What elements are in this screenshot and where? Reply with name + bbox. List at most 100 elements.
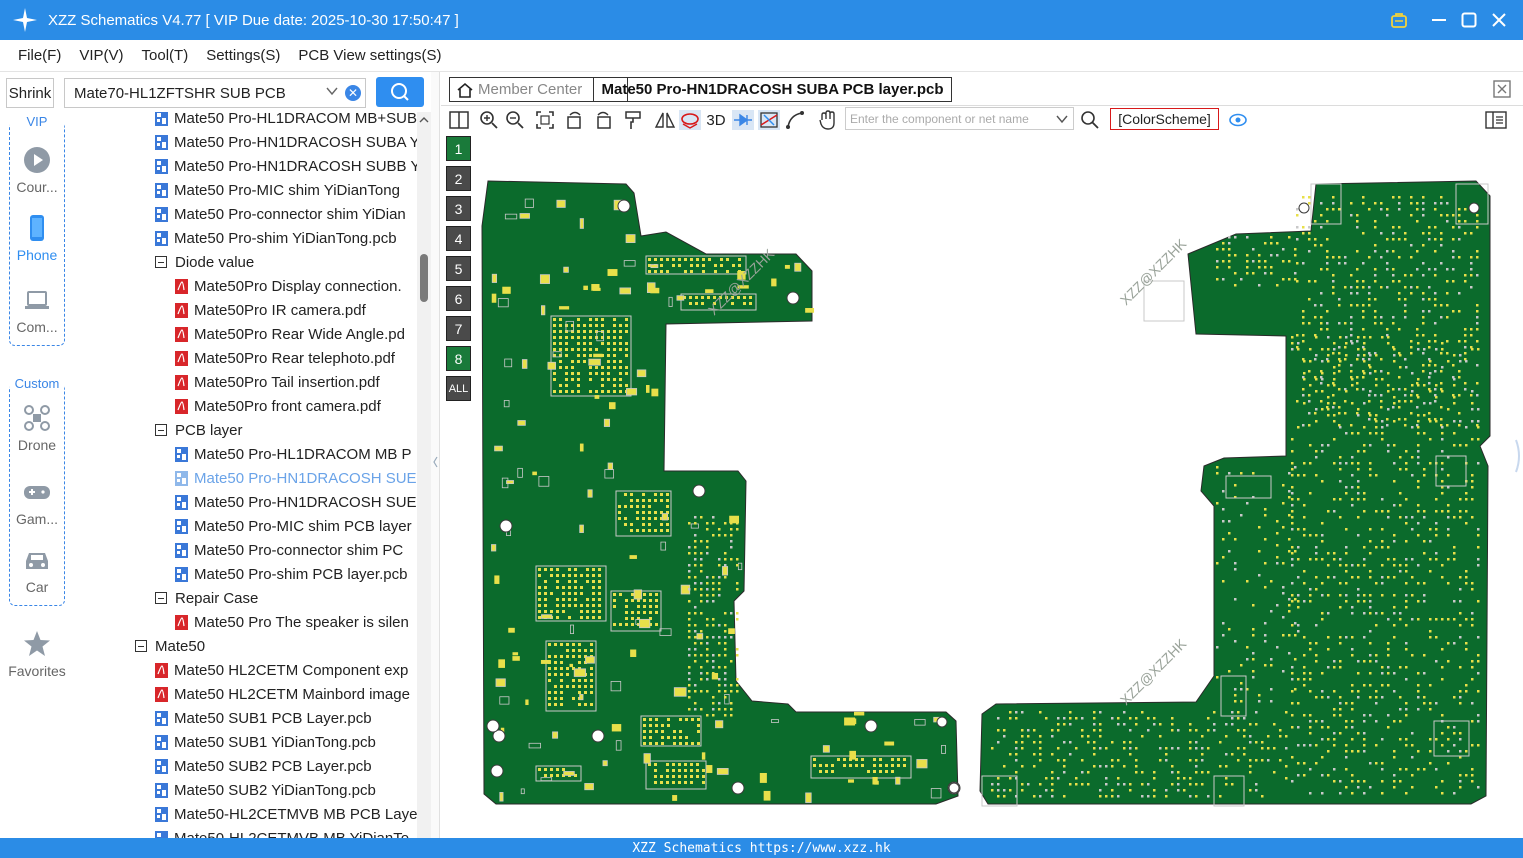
tree-file[interactable]: Mate50 SUB2 PCB Layer.pcb — [155, 754, 417, 778]
tree-file[interactable]: Mate50-HL2CETMVB MB PCB Laye — [155, 802, 417, 826]
vip-bag-icon[interactable] — [1384, 0, 1414, 40]
pcb-canvas[interactable]: XZZ@XZZHK XZZ@XZZHK XZZ@XZZHK — [476, 136, 1514, 836]
chevron-down-icon[interactable] — [1055, 112, 1069, 126]
tree-file[interactable]: Mate50 Pro The speaker is silen — [175, 610, 417, 634]
pcb-pad — [592, 586, 595, 589]
tree-file[interactable]: Mate50Pro Rear Wide Angle.pd — [175, 322, 417, 346]
pcb-pad — [562, 610, 565, 613]
tree-file[interactable]: Mate50 SUB1 YiDianTong.pcb — [155, 730, 417, 754]
nav-favorites[interactable]: Favorites — [0, 630, 74, 679]
net-search-icon[interactable] — [1078, 108, 1102, 132]
tree-file[interactable]: Mate50 HL2CETM Component exp — [155, 658, 417, 682]
layer-button-8[interactable]: 8 — [446, 346, 471, 371]
zoom-out-icon[interactable] — [503, 108, 527, 132]
tree-file[interactable]: Mate50 Pro-HN1DRACOSH SUBA Y — [155, 130, 417, 154]
rotate-right-icon[interactable] — [591, 108, 615, 132]
tree-folder[interactable]: Repair Case — [155, 586, 417, 610]
tree-file[interactable]: Mate50 Pro-MIC shim PCB layer — [175, 514, 417, 538]
pcb-pad — [1339, 696, 1342, 699]
tree-file[interactable]: Mate50 Pro-HN1DRACOSH SUE — [175, 466, 417, 490]
chevron-down-icon[interactable] — [325, 84, 339, 102]
nav-game[interactable]: Gam... — [0, 478, 74, 527]
tree-file[interactable]: Mate50Pro front camera.pdf — [175, 394, 417, 418]
tree-file[interactable]: Mate50 Pro-shim YiDianTong.pcb — [155, 226, 417, 250]
layer-button-6[interactable]: 6 — [446, 286, 471, 311]
nav-car[interactable]: Car — [0, 546, 74, 595]
pan-hand-icon[interactable] — [815, 108, 839, 132]
collapse-left-icon[interactable] — [431, 452, 440, 472]
right-panel-handle[interactable] — [1514, 136, 1523, 836]
tree-file[interactable]: Mate50Pro Display connection. — [175, 274, 417, 298]
flip-board-icon[interactable] — [678, 108, 702, 132]
tree-file[interactable]: Mate50 Pro-shim PCB layer.pcb — [175, 562, 417, 586]
menu-settings[interactable]: Settings(S) — [206, 47, 280, 64]
color-scheme-button[interactable]: [ColorScheme] — [1110, 108, 1219, 130]
menu-tool[interactable]: Tool(T) — [142, 47, 189, 64]
tree-file[interactable]: Mate50 Pro-connector shim YiDian — [155, 202, 417, 226]
tree-scrollbar-thumb[interactable] — [420, 254, 428, 302]
minimize-button[interactable] — [1424, 0, 1454, 40]
search-combobox[interactable]: Mate70-HL1ZFTSHR SUB PCB ✕ — [64, 78, 366, 108]
layer-button-all[interactable]: ALL — [446, 376, 471, 401]
layer-button-5[interactable]: 5 — [446, 256, 471, 281]
collapse-icon[interactable] — [135, 640, 147, 652]
tree-file[interactable]: Mate50 SUB2 YiDianTong.pcb — [155, 778, 417, 802]
tree-file[interactable]: Mate50 Pro-HN1DRACOSH SUBB Y — [155, 154, 417, 178]
tree-file[interactable]: Mate50 Pro-HL1DRACOM MB P — [175, 442, 417, 466]
net-search-input[interactable]: Enter the component or net name — [845, 107, 1074, 130]
menu-pcb-view-settings[interactable]: PCB View settings(S) — [298, 47, 441, 64]
fit-view-icon[interactable] — [533, 108, 557, 132]
layer-button-2[interactable]: 2 — [446, 166, 471, 191]
menu-file[interactable]: File(F) — [18, 47, 61, 64]
tree-folder[interactable]: Diode value — [155, 250, 417, 274]
pcb-board-drawing[interactable]: XZZ@XZZHK XZZ@XZZHK XZZ@XZZHK — [476, 136, 1514, 836]
clear-icon[interactable]: ✕ — [345, 85, 361, 101]
layer-button-4[interactable]: 4 — [446, 226, 471, 251]
tree-file[interactable]: Mate50-HL2CETMVB MB YiDianTo — [155, 826, 417, 838]
shrink-button[interactable]: Shrink — [6, 78, 54, 108]
nav-drone[interactable]: Drone — [0, 404, 74, 453]
net-highlight-icon[interactable] — [757, 108, 781, 132]
layer-button-1[interactable]: 1 — [446, 136, 471, 161]
tree-folder[interactable]: PCB layer — [155, 418, 417, 442]
tree-folder[interactable]: Mate50 — [135, 634, 417, 658]
tree-file[interactable]: Mate50 Pro-HL1DRACOM MB+SUB — [155, 112, 417, 130]
panel-splitter[interactable] — [431, 72, 440, 838]
nav-computer[interactable]: Com... — [0, 286, 74, 335]
maximize-button[interactable] — [1454, 0, 1484, 40]
eye-icon[interactable] — [1226, 108, 1250, 132]
3d-view-button[interactable]: 3D — [703, 108, 729, 132]
layer-button-7[interactable]: 7 — [446, 316, 471, 341]
nav-courses[interactable]: Cour... — [0, 146, 74, 195]
collapse-icon[interactable] — [155, 256, 167, 268]
close-tab-icon[interactable] — [1493, 80, 1511, 101]
menu-vip[interactable]: VIP(V) — [79, 47, 123, 64]
tree-file[interactable]: Mate50Pro IR camera.pdf — [175, 298, 417, 322]
tree-scrollbar[interactable] — [417, 112, 431, 838]
pcb-pad — [1411, 744, 1414, 747]
mirror-icon[interactable] — [653, 108, 677, 132]
search-input[interactable]: Mate70-HL1ZFTSHR SUB PCB — [74, 85, 286, 102]
tree-file[interactable]: Mate50 Pro-HN1DRACOSH SUE — [175, 490, 417, 514]
tree-file[interactable]: Mate50 Pro-MIC shim YiDianTong — [155, 178, 417, 202]
zoom-in-icon[interactable] — [477, 108, 501, 132]
collapse-icon[interactable] — [155, 592, 167, 604]
side-panel-icon[interactable] — [1484, 108, 1508, 132]
format-brush-icon[interactable] — [621, 108, 645, 132]
nav-phone[interactable]: Phone — [0, 214, 74, 263]
collapse-icon[interactable] — [155, 424, 167, 436]
trace-icon[interactable] — [783, 108, 807, 132]
layer-button-3[interactable]: 3 — [446, 196, 471, 221]
search-button[interactable] — [376, 77, 424, 107]
tab-active-pcb[interactable]: Mate50 Pro-HN1DRACOSH SUBA PCB layer.pcb — [593, 77, 952, 102]
rotate-left-icon[interactable] — [563, 108, 587, 132]
tree-file[interactable]: Mate50Pro Tail insertion.pdf — [175, 370, 417, 394]
pcb-smd-part — [593, 353, 603, 358]
split-view-icon[interactable] — [447, 108, 471, 132]
tree-file[interactable]: Mate50 HL2CETM Mainbord image — [155, 682, 417, 706]
tree-file[interactable]: Mate50Pro Rear telephoto.pdf — [175, 346, 417, 370]
close-button[interactable] — [1484, 0, 1514, 40]
tree-file[interactable]: Mate50 SUB1 PCB Layer.pcb — [155, 706, 417, 730]
diode-mode-icon[interactable] — [731, 108, 755, 132]
tree-file[interactable]: Mate50 Pro-connector shim PC — [175, 538, 417, 562]
